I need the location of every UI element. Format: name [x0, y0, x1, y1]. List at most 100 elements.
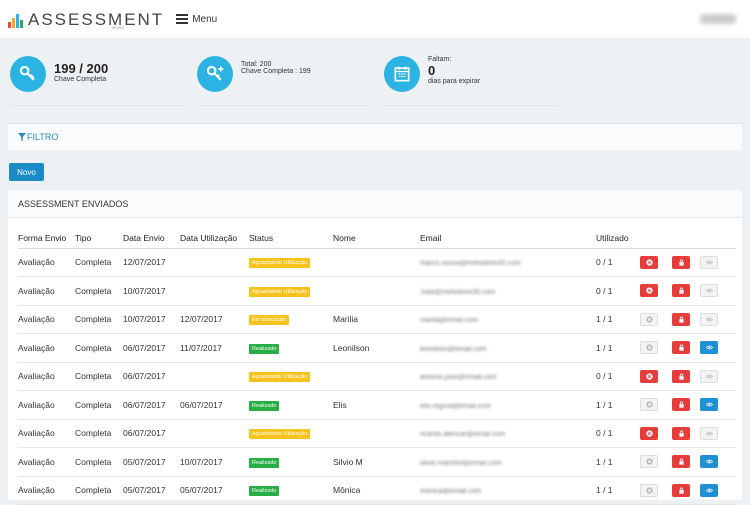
cell-data-utilizacao: [180, 362, 249, 391]
cancel-button[interactable]: [640, 427, 658, 440]
email-text: silvio.marinho@email.com: [420, 460, 502, 467]
cell-nome: [333, 362, 420, 391]
view-button[interactable]: [700, 370, 718, 383]
calendar-icon: [384, 56, 420, 92]
stat-days-value: 0: [428, 63, 480, 78]
lock-button[interactable]: [672, 341, 690, 354]
status-badge: Aguardando Utilização: [249, 258, 310, 268]
col-nome[interactable]: Nome: [333, 228, 420, 248]
cell-status: Aguardando Utilização: [249, 362, 333, 391]
cell-action-2: [672, 277, 700, 306]
table-row: Avaliação Completa 05/07/2017 05/07/2017…: [18, 476, 736, 505]
col-tipo[interactable]: Tipo: [75, 228, 123, 248]
col-utilizado[interactable]: Utilizado: [596, 228, 640, 248]
cancel-button[interactable]: [640, 398, 658, 411]
cell-email: elis.regina@email.com: [420, 391, 596, 420]
cell-action-3: [700, 448, 736, 477]
table-row: Avaliação Completa 10/07/2017 Aguardando…: [18, 277, 736, 306]
email-text: leonilson@email.com: [420, 346, 487, 353]
lock-button[interactable]: [672, 455, 690, 468]
col-status[interactable]: Status: [249, 228, 333, 248]
table-row: Avaliação Completa 06/07/2017 Aguardando…: [18, 419, 736, 448]
lock-button[interactable]: [672, 284, 690, 297]
cell-email: silvio.marinho@email.com: [420, 448, 596, 477]
view-button[interactable]: [700, 341, 718, 354]
cancel-button[interactable]: [640, 484, 658, 497]
cell-data-envio: 06/07/2017: [123, 362, 180, 391]
lock-button[interactable]: [672, 256, 690, 269]
cell-data-envio: 10/07/2017: [123, 305, 180, 334]
eye-icon: [706, 487, 713, 494]
cell-forma-envio: Avaliação: [18, 391, 75, 420]
close-circle-icon: [646, 287, 653, 294]
lock-button[interactable]: [672, 370, 690, 383]
cell-data-envio: 05/07/2017: [123, 476, 180, 505]
col-data-envio[interactable]: Data Envio: [123, 228, 180, 248]
cell-action-3: [700, 476, 736, 505]
view-button[interactable]: [700, 455, 718, 468]
cancel-button[interactable]: [640, 370, 658, 383]
col-forma-envio[interactable]: Forma Envio: [18, 228, 75, 248]
status-badge: Realizado: [249, 344, 279, 354]
cell-action-2: [672, 334, 700, 363]
cell-nome: [333, 277, 420, 306]
view-button[interactable]: [700, 484, 718, 497]
logo[interactable]: ASSESSMENT: [8, 11, 164, 28]
cell-action-1: [640, 277, 672, 306]
status-badge: Aguardando Utilização: [249, 287, 310, 297]
cell-status: Aguardando Utilização: [249, 419, 333, 448]
lock-button[interactable]: [672, 313, 690, 326]
cancel-button[interactable]: [640, 313, 658, 326]
stat-keys-label: Chave Completa: [54, 76, 108, 83]
stat-days-prefix: Faltam:: [428, 56, 480, 63]
cancel-button[interactable]: [640, 455, 658, 468]
lock-button[interactable]: [672, 427, 690, 440]
cell-nome: [333, 419, 420, 448]
view-button[interactable]: [700, 427, 718, 440]
cell-data-utilizacao: 05/07/2017: [180, 476, 249, 505]
cell-utilizado: 0 / 1: [596, 277, 640, 306]
eye-icon: [706, 401, 713, 408]
close-circle-icon: [646, 458, 653, 465]
cell-forma-envio: Avaliação: [18, 362, 75, 391]
cancel-button[interactable]: [640, 341, 658, 354]
cell-email: ricardo.alencar@email.com: [420, 419, 596, 448]
cell-utilizado: 1 / 1: [596, 391, 640, 420]
stat-total-value: Total: 200: [241, 61, 311, 68]
view-button[interactable]: [700, 284, 718, 297]
status-badge: Realizado: [249, 486, 279, 496]
cancel-button[interactable]: [640, 256, 658, 269]
lock-button[interactable]: [672, 398, 690, 411]
logo-text: ASSESSMENT: [28, 11, 164, 28]
table-row: Avaliação Completa 10/07/2017 12/07/2017…: [18, 305, 736, 334]
cell-utilizado: 0 / 1: [596, 419, 640, 448]
cell-utilizado: 1 / 1: [596, 448, 640, 477]
cell-action-3: [700, 362, 736, 391]
cell-action-1: [640, 362, 672, 391]
view-button[interactable]: [700, 398, 718, 411]
logo-subtext: MOBO: [112, 25, 124, 30]
lock-button[interactable]: [672, 484, 690, 497]
cell-action-2: [672, 248, 700, 277]
menu-button[interactable]: Menu: [176, 14, 217, 25]
view-button[interactable]: [700, 313, 718, 326]
user-menu[interactable]: [700, 14, 736, 24]
filter-label: FILTRO: [27, 132, 58, 142]
col-email[interactable]: Email: [420, 228, 596, 248]
cancel-button[interactable]: [640, 284, 658, 297]
email-text: marila@email.com: [420, 317, 478, 324]
cell-action-1: [640, 305, 672, 334]
cell-action-1: [640, 334, 672, 363]
lock-icon: [678, 373, 685, 380]
cell-forma-envio: Avaliação: [18, 448, 75, 477]
new-button[interactable]: Novo: [9, 163, 44, 181]
cell-data-utilizacao: 12/07/2017: [180, 305, 249, 334]
col-data-utilizacao[interactable]: Data Utilização: [180, 228, 249, 248]
filter-toggle[interactable]: FILTRO: [8, 123, 742, 150]
key-icon: [10, 56, 46, 92]
view-button[interactable]: [700, 256, 718, 269]
cell-action-2: [672, 362, 700, 391]
cell-tipo: Completa: [75, 334, 123, 363]
cell-action-1: [640, 248, 672, 277]
cell-data-envio: 12/07/2017: [123, 248, 180, 277]
